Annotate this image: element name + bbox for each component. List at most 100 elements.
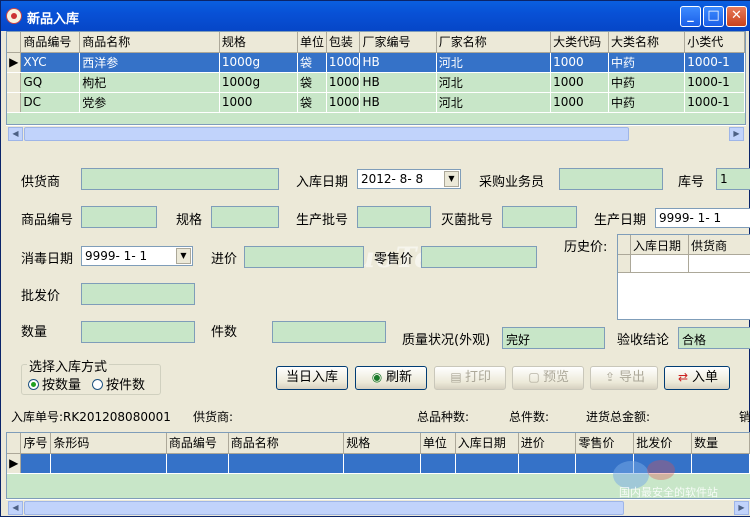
product-cell[interactable]: 1000 — [326, 72, 361, 93]
product-row[interactable]: ▶ XYC 西洋参 1000g 袋 1000 HB 河北 1000 中药 1000-1 — [7, 52, 745, 73]
retail-price-input[interactable] — [421, 246, 537, 268]
title-bar[interactable]: 新品入库 _ □ ✕ — [1, 1, 750, 31]
product-cell[interactable]: 1000 — [219, 92, 298, 113]
spec-input[interactable] — [211, 206, 279, 228]
detail-col-header[interactable]: 规格 — [343, 433, 421, 454]
product-cell[interactable]: 袋 — [297, 52, 327, 73]
detail-col-header[interactable]: 序号 — [20, 433, 52, 454]
detail-grid-hscroll[interactable]: ◀ ▶ — [6, 499, 750, 516]
product-col-header[interactable]: 厂家名称 — [436, 32, 552, 53]
product-cell[interactable]: 1000-1 — [684, 92, 745, 113]
product-cell[interactable]: 河北 — [436, 92, 552, 113]
product-cell[interactable]: DC — [20, 92, 81, 113]
print-button[interactable]: ▤ 打印 — [434, 366, 506, 390]
product-col-header[interactable]: 商品编号 — [20, 32, 81, 53]
disinfect-date-picker[interactable]: 9999- 1- 1 ▼ — [81, 246, 193, 266]
product-col-header[interactable]: 厂家编号 — [359, 32, 437, 53]
detail-cell[interactable] — [228, 453, 345, 474]
quality-input[interactable]: 完好 — [502, 327, 605, 349]
product-cell[interactable]: XYC — [20, 52, 81, 73]
product-cell[interactable]: 河北 — [436, 52, 552, 73]
supplier-input[interactable] — [81, 168, 279, 190]
refresh-button[interactable]: ◉ 刷新 — [355, 366, 427, 390]
pieces-input[interactable] — [272, 321, 386, 343]
history-price-grid[interactable]: 入库日期 供货商 — [617, 234, 750, 320]
batch-input[interactable] — [357, 206, 431, 228]
detail-cell[interactable] — [343, 453, 421, 474]
product-col-header[interactable]: 大类代码 — [550, 32, 609, 53]
wholesale-input[interactable] — [81, 283, 195, 305]
product-cell[interactable]: GQ — [20, 72, 81, 93]
maximize-button[interactable]: □ — [703, 6, 724, 27]
detail-cell[interactable] — [166, 453, 229, 474]
detail-col-header[interactable]: 条形码 — [50, 433, 167, 454]
scroll-thumb[interactable] — [24, 127, 629, 141]
detail-col-header[interactable]: 商品编号 — [166, 433, 229, 454]
product-row[interactable]: DC 党参 1000 袋 1000 HB 河北 1000 中药 1000-1 — [7, 92, 745, 113]
accept-input[interactable]: 合格 — [678, 327, 750, 349]
product-cell[interactable]: 1000g — [219, 52, 298, 73]
radio-by-qty[interactable]: 按数量 — [28, 374, 81, 393]
product-cell[interactable]: 袋 — [297, 72, 327, 93]
prod-date-picker[interactable]: 9999- 1- 1 — [655, 208, 750, 228]
purchaser-input[interactable] — [559, 168, 663, 190]
scroll-left-arrow-icon[interactable]: ◀ — [8, 127, 23, 141]
product-cell[interactable]: 河北 — [436, 72, 552, 93]
product-cell[interactable]: 西洋参 — [79, 52, 220, 73]
detail-cell[interactable] — [20, 453, 52, 474]
detail-cell[interactable] — [518, 453, 577, 474]
product-cell[interactable]: 中药 — [608, 52, 686, 73]
detail-cell[interactable] — [420, 453, 456, 474]
product-cell[interactable]: 中药 — [608, 92, 686, 113]
product-cell[interactable]: 1000 — [550, 52, 609, 73]
scroll-right-arrow-icon[interactable]: ▶ — [734, 501, 749, 515]
product-cell[interactable]: HB — [359, 72, 437, 93]
product-cell[interactable]: 中药 — [608, 72, 686, 93]
export-button[interactable]: ⇪ 导出 — [590, 366, 658, 390]
chevron-down-icon[interactable]: ▼ — [176, 248, 191, 264]
product-col-header[interactable]: 规格 — [219, 32, 298, 53]
product-code-input[interactable] — [81, 206, 157, 228]
enter-button[interactable]: ⇄ 入单 — [664, 366, 730, 390]
product-cell[interactable]: 1000 — [326, 52, 361, 73]
scroll-thumb[interactable] — [24, 501, 624, 515]
product-cell[interactable]: 1000 — [550, 92, 609, 113]
product-cell[interactable]: 袋 — [297, 92, 327, 113]
product-grid[interactable]: 商品编号 商品名称 规格 单位 包装 厂家编号 厂家名称 大类代码 大类名称 小类代 ▶ XYC 西洋… — [6, 31, 746, 125]
product-grid-hscroll[interactable]: ◀ ▶ — [6, 125, 746, 142]
product-cell[interactable]: 1000 — [326, 92, 361, 113]
minimize-button[interactable]: _ — [680, 6, 701, 27]
product-col-header[interactable]: 小类代 — [684, 32, 745, 53]
detail-cell[interactable] — [50, 453, 167, 474]
product-col-header[interactable]: 包装 — [326, 32, 361, 53]
in-date-picker[interactable]: 2012- 8- 8 ▼ — [357, 169, 461, 189]
product-col-header[interactable]: 商品名称 — [79, 32, 220, 53]
today-in-button[interactable]: 当日入库 — [276, 366, 348, 390]
detail-cell[interactable] — [455, 453, 519, 474]
detail-col-header[interactable]: 单位 — [420, 433, 456, 454]
product-cell[interactable]: HB — [359, 52, 437, 73]
product-row[interactable]: GQ 枸杞 1000g 袋 1000 HB 河北 1000 中药 1000-1 — [7, 72, 745, 93]
scroll-left-arrow-icon[interactable]: ◀ — [8, 501, 23, 515]
chevron-down-icon[interactable]: ▼ — [444, 171, 459, 187]
detail-col-header[interactable]: 进价 — [518, 433, 577, 454]
scroll-right-arrow-icon[interactable]: ▶ — [729, 127, 744, 141]
sterile-batch-input[interactable] — [502, 206, 577, 228]
qty-input[interactable] — [81, 321, 195, 343]
product-col-header[interactable]: 单位 — [297, 32, 327, 53]
radio-by-pieces[interactable]: 按件数 — [92, 374, 145, 393]
product-cell[interactable]: HB — [359, 92, 437, 113]
product-cell[interactable]: 1000-1 — [684, 72, 745, 93]
product-cell[interactable]: 1000-1 — [684, 52, 745, 73]
warehouse-input[interactable]: 1 — [716, 168, 750, 190]
in-price-input[interactable] — [244, 246, 364, 268]
close-button[interactable]: ✕ — [726, 6, 747, 27]
preview-button[interactable]: ▢ 预览 — [512, 366, 584, 390]
detail-col-header[interactable]: 商品名称 — [228, 433, 345, 454]
detail-col-header[interactable]: 入库日期 — [455, 433, 519, 454]
product-cell[interactable]: 党参 — [79, 92, 220, 113]
product-cell[interactable]: 枸杞 — [79, 72, 220, 93]
product-cell[interactable]: 1000 — [550, 72, 609, 93]
product-cell[interactable]: 1000g — [219, 72, 298, 93]
product-col-header[interactable]: 大类名称 — [608, 32, 686, 53]
